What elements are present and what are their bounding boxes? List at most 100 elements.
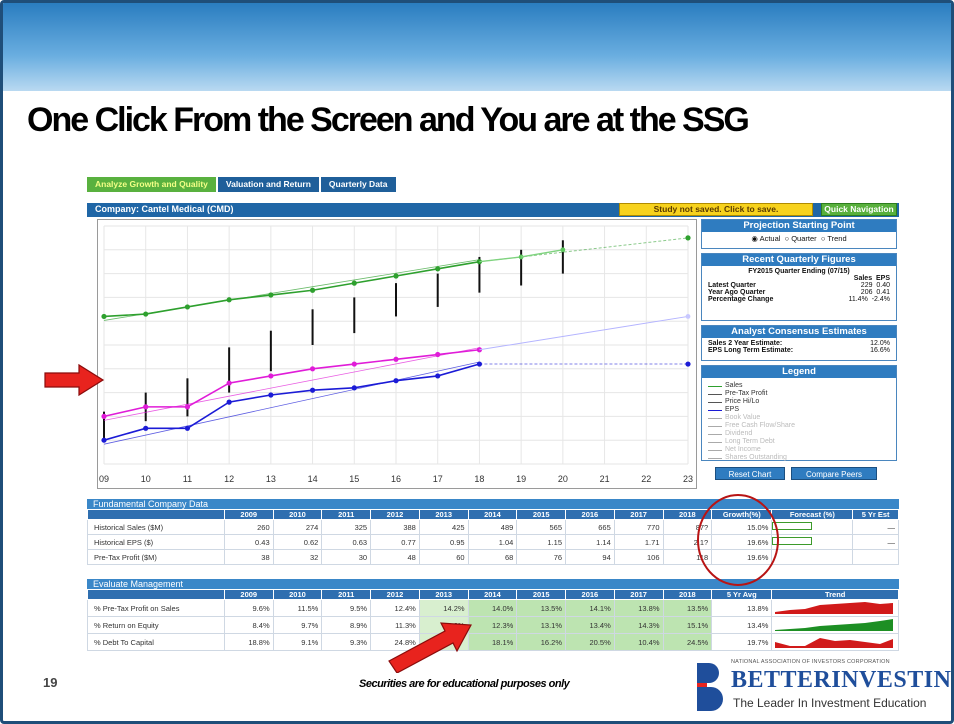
legend-swatch	[708, 425, 722, 427]
legend-label: Dividend	[725, 430, 753, 437]
legend-item[interactable]: Pre-Tax Profit	[708, 390, 890, 398]
header-cell: 2017	[613, 589, 664, 600]
header-cell: 2014	[467, 589, 518, 600]
table-cell: 0.95	[418, 534, 469, 550]
legend-swatch	[708, 457, 722, 459]
quick-navigation-button[interactable]: Quick Navigation	[821, 203, 897, 216]
avg-cell: 19.7%	[711, 633, 773, 651]
compare-peers-button[interactable]: Compare Peers	[791, 467, 877, 480]
tab-valuation[interactable]: Valuation and Return	[217, 177, 319, 192]
legend-item[interactable]: Price Hi/Lo	[708, 398, 890, 406]
estimate-cell: —	[852, 519, 899, 535]
trend-cell	[771, 633, 899, 651]
ssg-chart: 09 10 11 12 13 14 15 16 17 18 19 20 21 22 23	[97, 219, 697, 489]
header-cell: 2012	[370, 589, 420, 600]
table-cell: 0.43	[223, 534, 274, 550]
radio-trend[interactable]: ○ Trend	[821, 234, 847, 243]
table-cell: 38	[223, 549, 274, 565]
table-cell: 9.6%	[223, 599, 274, 617]
header-cell	[87, 589, 225, 600]
table-cell: 665	[565, 519, 615, 535]
legend-label: Net Income	[725, 446, 761, 453]
table-cell: 18.1%	[467, 633, 518, 651]
table-cell: 60	[418, 549, 469, 565]
legend-item[interactable]: Long Term Debt	[708, 438, 890, 446]
x-tick-label: 13	[266, 474, 276, 484]
col-eps: EPS	[875, 275, 890, 282]
x-tick-label: 14	[308, 474, 318, 484]
quarter-row: Latest Quarter 229 0.40	[708, 282, 890, 289]
tab-quarterly-data[interactable]: Quarterly Data	[320, 177, 396, 192]
trend-cell	[771, 616, 899, 634]
data-point	[309, 366, 316, 372]
legend-item[interactable]: EPS	[708, 406, 890, 414]
trend-sparkline	[774, 619, 893, 631]
table-cell: 30	[321, 549, 372, 565]
radio-actual[interactable]: ◉ Actual	[751, 234, 780, 243]
legend-label: Shares Outstanding	[725, 454, 787, 461]
x-tick-label: 09	[99, 474, 109, 484]
legend-swatch	[708, 417, 722, 419]
table-cell: 13.4%	[565, 616, 615, 634]
save-study-button[interactable]: Study not saved. Click to save.	[619, 203, 813, 216]
row-label: Historical Sales ($M)	[87, 519, 225, 535]
data-point	[226, 399, 232, 405]
header-cell: Forecast (%)	[771, 509, 854, 520]
legend-item[interactable]: Dividend	[708, 430, 890, 438]
reset-chart-button[interactable]: Reset Chart	[715, 467, 785, 480]
legend-swatch	[708, 441, 722, 443]
table-cell: 14.2%	[418, 599, 469, 617]
header-cell: 2015	[516, 509, 567, 520]
legend-item[interactable]: Net Income	[708, 446, 890, 454]
legend-item[interactable]: Sales	[708, 382, 890, 390]
data-point	[393, 378, 399, 384]
data-point	[393, 273, 399, 279]
projection-header: Projection Starting Point	[702, 220, 896, 232]
table-row: % Return on Equity8.4%9.7%8.9%11.3%12.?%…	[87, 616, 899, 634]
data-point	[101, 437, 107, 443]
red-arrow-icon	[388, 622, 472, 673]
x-tick-label: 12	[224, 474, 234, 484]
series-line	[103, 260, 480, 318]
table-cell: 106	[613, 549, 664, 565]
table-cell: 9.7%	[272, 616, 323, 634]
legend-item[interactable]: Free Cash Flow/Share	[708, 422, 890, 430]
table-cell: 14.1%	[565, 599, 615, 617]
legend-item[interactable]: Book Value	[708, 414, 890, 422]
row-label: Historical EPS ($)	[87, 534, 225, 550]
table-cell: 325	[321, 519, 372, 535]
legend-label: Sales	[725, 382, 743, 389]
table-cell: 8.9%	[321, 616, 372, 634]
trend-sparkline	[774, 638, 893, 648]
table-cell: 388	[370, 519, 420, 535]
table-cell: 9.3%	[321, 633, 372, 651]
legend-swatch	[708, 401, 722, 403]
header-cell: 2012	[370, 509, 420, 520]
recent-quarterly-header: Recent Quarterly Figures	[702, 254, 896, 266]
x-tick-label: 16	[391, 474, 401, 484]
projection-point	[560, 247, 566, 253]
data-point	[309, 287, 316, 293]
table-cell: 14.3%	[613, 616, 664, 634]
legend-item[interactable]: Shares Outstanding	[708, 454, 890, 462]
data-point	[226, 297, 232, 303]
tab-bar: Analyze Growth and Quality Valuation and…	[87, 177, 398, 194]
radio-quarter[interactable]: ○ Quarter	[785, 234, 817, 243]
table-cell: 8.4%	[223, 616, 274, 634]
header-band	[3, 3, 951, 91]
tab-analyze-growth[interactable]: Analyze Growth and Quality	[87, 177, 216, 192]
data-point	[184, 404, 191, 410]
table-cell: 14.0%	[467, 599, 518, 617]
highlight-circle	[697, 494, 779, 586]
x-tick-label: 23	[683, 474, 693, 484]
header-cell: 2014	[467, 509, 518, 520]
table-cell: 1.15	[516, 534, 567, 550]
legend-label: Long Term Debt	[725, 438, 775, 445]
table-cell: 1.71	[613, 534, 664, 550]
header-cell: 2016	[565, 509, 615, 520]
logo-tagline: The Leader In Investment Education	[733, 696, 927, 710]
table-cell: 0.77	[370, 534, 420, 550]
data-point	[184, 425, 191, 431]
projection-point	[685, 314, 691, 319]
legend-header: Legend	[702, 366, 896, 378]
